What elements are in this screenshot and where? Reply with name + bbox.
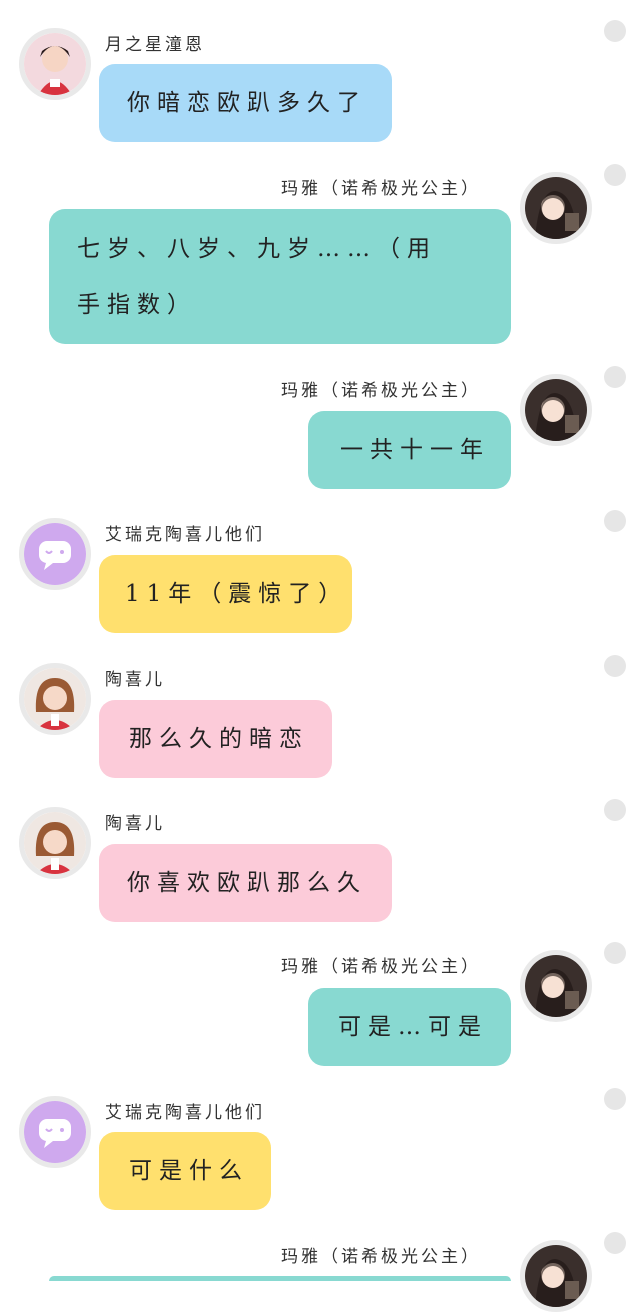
- select-dot[interactable]: [604, 1088, 626, 1110]
- chat-bubble-icon[interactable]: [19, 518, 91, 590]
- select-dot[interactable]: [604, 510, 626, 532]
- sender-name: 陶喜儿: [105, 814, 165, 834]
- sender-name: 玛雅（诺希极光公主）: [281, 1247, 481, 1267]
- chat-bubble: 你喜欢欧趴那么久: [99, 844, 392, 922]
- girl-bob-hair-avatar[interactable]: [19, 663, 91, 735]
- woman-dark-hair-avatar[interactable]: [520, 172, 592, 244]
- chat-bubble: [49, 1276, 511, 1281]
- sender-name: 艾瑞克陶喜儿他们: [105, 1103, 265, 1123]
- sender-name: 玛雅（诺希极光公主）: [281, 957, 481, 977]
- woman-dark-hair-avatar[interactable]: [520, 950, 592, 1022]
- select-dot[interactable]: [604, 799, 626, 821]
- sender-name: 月之星潼恩: [105, 35, 205, 55]
- select-dot[interactable]: [604, 1232, 626, 1254]
- chat-bubble: 七岁、八岁、九岁……（用手指数）: [49, 209, 511, 344]
- girl-bob-hair-avatar[interactable]: [19, 807, 91, 879]
- chat-bubble: 可是…可是: [308, 988, 511, 1066]
- chat-bubble-icon[interactable]: [19, 1096, 91, 1168]
- select-dot[interactable]: [604, 655, 626, 677]
- chat-bubble: 一共十一年: [308, 411, 511, 489]
- sender-name: 玛雅（诺希极光公主）: [281, 381, 481, 401]
- select-dot[interactable]: [604, 20, 626, 42]
- sender-name: 陶喜儿: [105, 670, 165, 690]
- sender-name: 玛雅（诺希极光公主）: [281, 179, 481, 199]
- woman-dark-hair-avatar[interactable]: [520, 1240, 592, 1312]
- select-dot[interactable]: [604, 942, 626, 964]
- chat-bubble: 可是什么: [99, 1132, 271, 1210]
- woman-dark-hair-avatar[interactable]: [520, 374, 592, 446]
- chat-bubble: 那么久的暗恋: [99, 700, 332, 778]
- select-dot[interactable]: [604, 366, 626, 388]
- sender-name: 艾瑞克陶喜儿他们: [105, 525, 265, 545]
- select-dot[interactable]: [604, 164, 626, 186]
- girl-red-hat-avatar[interactable]: [19, 28, 91, 100]
- chat-bubble: 你暗恋欧趴多久了: [99, 64, 392, 142]
- chat-bubble: 11年（震惊了）: [99, 555, 352, 633]
